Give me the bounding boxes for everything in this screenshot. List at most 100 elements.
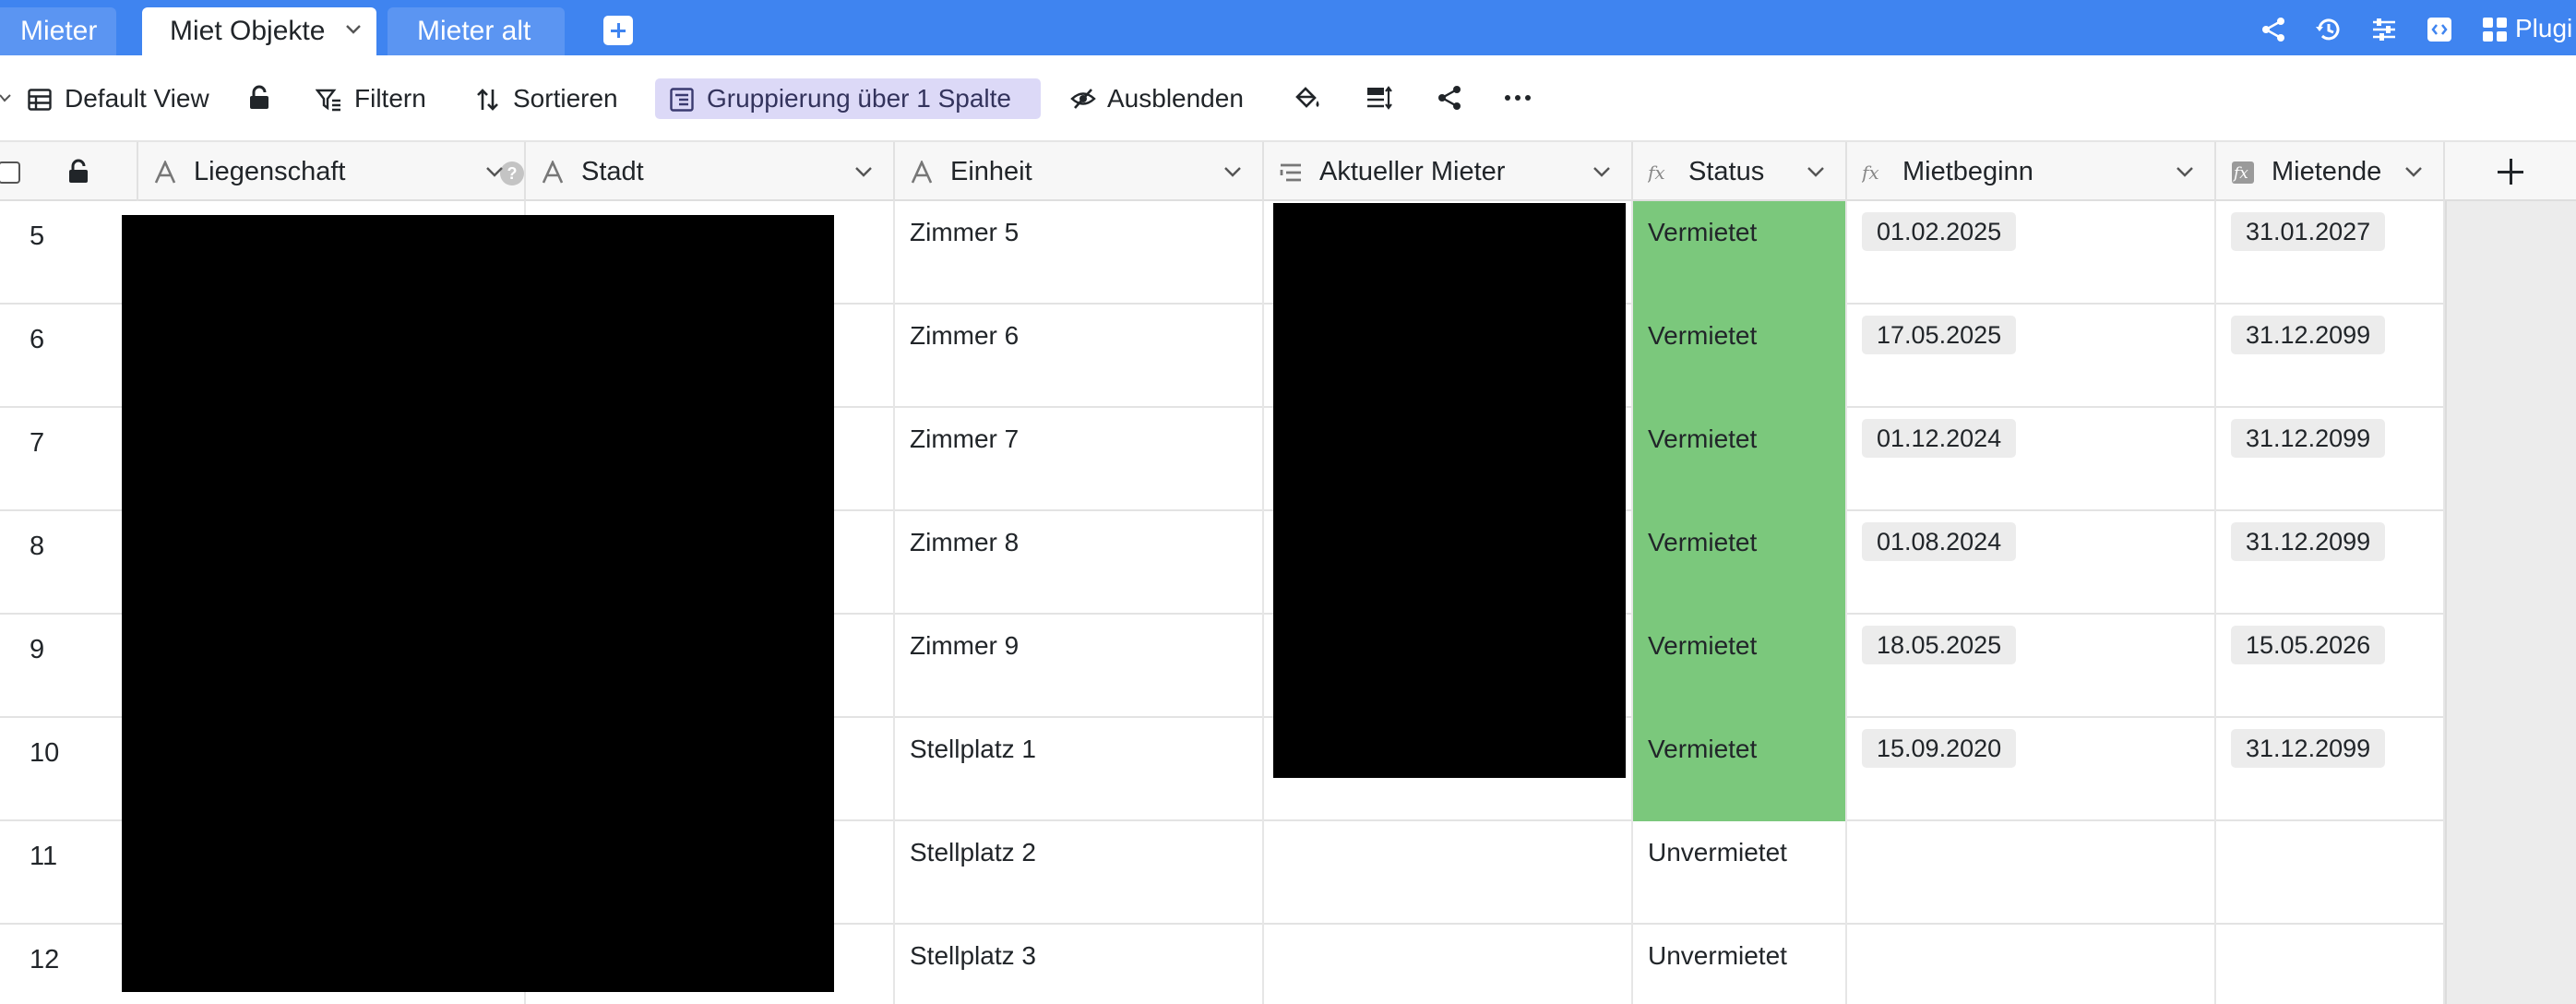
row-number: 8 — [30, 532, 45, 561]
cell-mietbeginn[interactable]: 01.02.2025 — [1847, 201, 2216, 305]
select-all-checkbox[interactable] — [0, 161, 20, 184]
add-column-button[interactable] — [2445, 142, 2576, 201]
column-header-row: Liegenschaft ? Stadt Einheit Aktueller M… — [0, 142, 2445, 201]
chevron-icon[interactable] — [0, 92, 11, 103]
svg-text:fx: fx — [2232, 164, 2248, 183]
grouping-label: Gruppierung über 1 Spalte — [707, 84, 1011, 113]
cell-einheit[interactable]: Zimmer 7 — [895, 408, 1264, 511]
tab-mieter[interactable]: Mieter — [0, 7, 116, 55]
sort-label: Sortieren — [513, 84, 618, 113]
svg-text:fx: fx — [1862, 161, 1879, 184]
sort-button[interactable]: Sortieren — [476, 78, 633, 120]
cell-mietende[interactable] — [2216, 925, 2445, 1004]
lock-icon[interactable] — [247, 85, 271, 111]
row-number: 7 — [30, 428, 45, 458]
cell-status[interactable]: Vermietet — [1633, 305, 1847, 408]
tab-label: Mieter alt — [417, 16, 531, 46]
cell-mietbeginn[interactable] — [1847, 925, 2216, 1004]
share-icon[interactable] — [2259, 15, 2288, 44]
cell-aktueller-mieter[interactable] — [1264, 821, 1633, 925]
cell-status[interactable]: Vermietet — [1633, 201, 1847, 305]
cell-status[interactable]: Vermietet — [1633, 615, 1847, 718]
grouping-button[interactable]: Gruppierung über 1 Spalte — [655, 78, 1041, 119]
column-header-mietbeginn[interactable]: fx Mietbeginn — [1847, 142, 2216, 201]
tab-mieter-alt[interactable]: Mieter alt — [388, 7, 565, 55]
status-text: Vermietet — [1648, 528, 1758, 556]
chevron-down-icon[interactable] — [2404, 166, 2423, 178]
cell-einheit[interactable]: Zimmer 5 — [895, 201, 1264, 305]
column-header-stadt[interactable]: Stadt — [526, 142, 895, 201]
cell-status[interactable]: Vermietet — [1633, 511, 1847, 615]
add-table-button[interactable] — [603, 16, 633, 45]
status-text: Vermietet — [1648, 424, 1758, 453]
status-text: Vermietet — [1648, 631, 1758, 660]
status-text: Vermietet — [1648, 735, 1758, 763]
cell-mietende[interactable]: 31.12.2099 — [2216, 511, 2445, 615]
hide-columns-button[interactable]: Ausblenden — [1070, 78, 1255, 120]
paint-bucket-icon[interactable] — [1294, 84, 1321, 112]
cell-mietbeginn[interactable]: 01.12.2024 — [1847, 408, 2216, 511]
chevron-down-icon[interactable] — [2176, 166, 2194, 178]
date-pill: 01.02.2025 — [1862, 212, 2017, 251]
chevron-down-icon[interactable] — [1807, 166, 1825, 178]
chevron-down-icon[interactable] — [1223, 166, 1242, 178]
date-pill: 15.05.2026 — [2231, 626, 2386, 664]
cell-mietende[interactable]: 31.12.2099 — [2216, 408, 2445, 511]
date-pill: 01.08.2024 — [1862, 522, 2017, 561]
sliders-icon[interactable] — [2369, 15, 2399, 44]
chevron-down-icon[interactable] — [485, 166, 504, 178]
cell-einheit[interactable]: Stellplatz 3 — [895, 925, 1264, 1004]
cell-status[interactable]: Unvermietet — [1633, 925, 1847, 1004]
column-label: Aktueller Mieter — [1319, 157, 1506, 186]
column-header-einheit[interactable]: Einheit — [895, 142, 1264, 201]
chevron-down-icon[interactable] — [1592, 166, 1611, 178]
column-header-aktueller-mieter[interactable]: Aktueller Mieter — [1264, 142, 1633, 201]
history-icon[interactable] — [2314, 15, 2343, 44]
cell-mietbeginn[interactable]: 15.09.2020 — [1847, 718, 2216, 821]
cell-einheit[interactable]: Zimmer 6 — [895, 305, 1264, 408]
hide-label: Ausblenden — [1107, 84, 1244, 113]
code-icon[interactable] — [2425, 15, 2454, 44]
plugins-button[interactable]: Plugi — [2515, 13, 2572, 44]
row-number: 9 — [30, 635, 45, 664]
svg-text:fx: fx — [1648, 161, 1665, 184]
cell-mietbeginn[interactable]: 18.05.2025 — [1847, 615, 2216, 718]
filter-button[interactable]: Filtern — [316, 78, 445, 120]
formula-type-icon: fx — [1648, 161, 1665, 184]
row-number: 5 — [30, 221, 45, 251]
chevron-down-icon[interactable] — [345, 24, 362, 35]
column-header-mietende[interactable]: fx Mietende — [2216, 142, 2445, 201]
lock-icon[interactable] — [66, 159, 90, 185]
cell-text: Zimmer 9 — [910, 631, 1020, 660]
cell-mietende[interactable]: 31.12.2099 — [2216, 718, 2445, 821]
more-options-icon[interactable] — [1504, 84, 1532, 112]
chevron-down-icon[interactable] — [854, 166, 873, 178]
cell-status[interactable]: Unvermietet — [1633, 821, 1847, 925]
cell-aktueller-mieter[interactable] — [1264, 925, 1633, 1004]
cell-mietende[interactable]: 31.12.2099 — [2216, 305, 2445, 408]
formula-type-icon: fx — [1862, 161, 1879, 184]
column-header-status[interactable]: fx Status — [1633, 142, 1847, 201]
cell-status[interactable]: Vermietet — [1633, 408, 1847, 511]
cell-mietbeginn[interactable] — [1847, 821, 2216, 925]
cell-mietende[interactable]: 15.05.2026 — [2216, 615, 2445, 718]
cell-einheit[interactable]: Stellplatz 1 — [895, 718, 1264, 821]
cell-einheit[interactable]: Stellplatz 2 — [895, 821, 1264, 925]
cell-einheit[interactable]: Zimmer 9 — [895, 615, 1264, 718]
cell-status[interactable]: Vermietet — [1633, 718, 1847, 821]
cell-mietbeginn[interactable]: 17.05.2025 — [1847, 305, 2216, 408]
column-header-liegenschaft[interactable]: Liegenschaft ? — [138, 142, 526, 201]
cell-einheit[interactable]: Zimmer 8 — [895, 511, 1264, 615]
cell-mietbeginn[interactable]: 01.08.2024 — [1847, 511, 2216, 615]
tab-miet-objekte[interactable]: Miet Objekte — [142, 7, 376, 55]
filter-label: Filtern — [354, 84, 426, 113]
column-label: Mietende — [2272, 157, 2382, 186]
share-view-icon[interactable] — [1436, 84, 1463, 112]
cell-mietende[interactable] — [2216, 821, 2445, 925]
plugins-icon[interactable] — [2480, 15, 2510, 44]
row-height-icon[interactable] — [1366, 84, 1393, 112]
cell-mietende[interactable]: 31.01.2027 — [2216, 201, 2445, 305]
cell-text: Stellplatz 2 — [910, 838, 1036, 867]
column-label: Status — [1688, 157, 1765, 186]
view-selector[interactable]: Default View — [28, 78, 231, 120]
